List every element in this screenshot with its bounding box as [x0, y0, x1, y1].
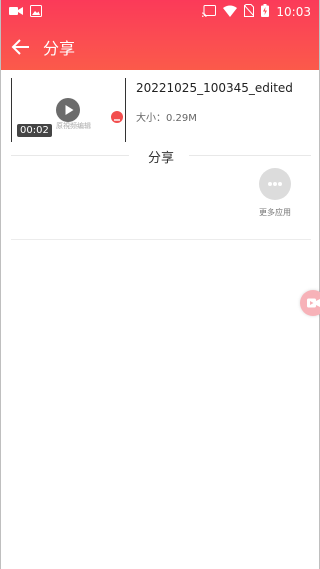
more-apps-circle[interactable]: [259, 168, 291, 200]
image-icon: [30, 5, 42, 20]
video-camera-icon: [9, 5, 23, 20]
header: 10:03 分享: [1, 0, 319, 70]
minus-icon: [111, 111, 123, 130]
remove-video-button[interactable]: [111, 111, 123, 123]
video-card: 原視频编辑 00:02 20221025_100345_edited 大小：0.…: [11, 78, 311, 148]
page-title: 分享: [43, 39, 76, 58]
back-button[interactable]: [9, 35, 33, 59]
wifi-icon: [223, 5, 238, 20]
share-divider: 分享: [11, 147, 311, 166]
duration-badge: 00:02: [17, 124, 52, 137]
arrow-left-icon: [9, 39, 33, 63]
play-button[interactable]: [56, 98, 80, 122]
more-apps-button[interactable]: 更多应用: [253, 168, 297, 218]
video-record-icon: [300, 298, 320, 320]
battery-charging-icon: [261, 4, 270, 20]
status-time: 10:03: [276, 5, 311, 19]
more-apps-label: 更多应用: [259, 208, 291, 217]
video-thumbnail[interactable]: 原視频编辑 00:02: [11, 78, 126, 142]
video-size: 大小：0.29M: [136, 113, 197, 124]
app-bar: 分享: [1, 24, 319, 70]
more-horizontal-icon: [259, 182, 291, 204]
cast-icon: [202, 4, 217, 20]
section-divider: [11, 239, 311, 240]
no-sim-icon: [244, 4, 255, 20]
share-section-label: 分享: [147, 151, 174, 166]
video-name: 20221025_100345_edited: [136, 81, 293, 95]
status-bar: 10:03: [1, 0, 319, 24]
floating-record-button[interactable]: [300, 290, 320, 316]
thumbnail-watermark: 原視频编辑: [56, 122, 91, 130]
